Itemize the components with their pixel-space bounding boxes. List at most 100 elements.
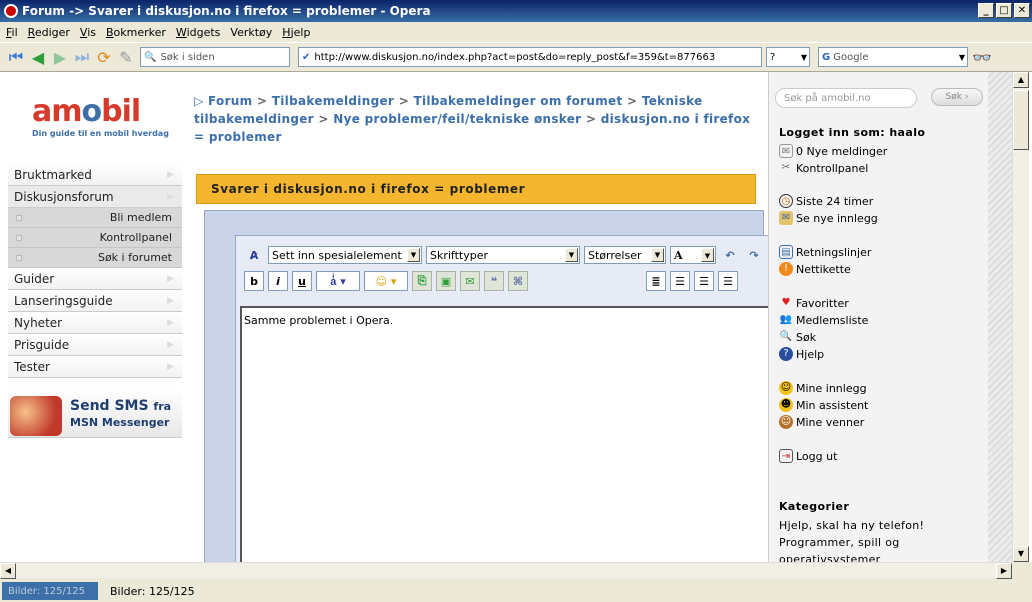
breadcrumb-forum[interactable]: Forum (208, 94, 252, 108)
search-engine-input[interactable]: G Google ▼ (818, 47, 968, 67)
category-link[interactable]: Hjelp, skal ha ny telefon! (779, 517, 924, 534)
link-my-friends[interactable]: ☺ Mine venner (779, 415, 864, 429)
address-bar[interactable]: ✔ http://www.diskusjon.no/index.php?act=… (298, 47, 762, 67)
image-progress: Bilder: 125/125 (2, 582, 98, 600)
fast-forward-icon[interactable]: ⏭ (72, 47, 92, 66)
maximize-button[interactable]: □ (996, 3, 1012, 18)
close-button[interactable]: ✕ (1014, 3, 1030, 18)
category-link[interactable]: Programmer, spill og (779, 534, 924, 551)
link-my-posts[interactable]: ☺ Mine innlegg (779, 381, 867, 395)
quote-icon[interactable]: ❝ (484, 271, 504, 291)
font-select[interactable]: Skrifttyper ▼ (426, 246, 580, 264)
edit-icon[interactable]: ✎ (116, 48, 136, 67)
align-center-icon[interactable]: ☰ (694, 271, 714, 291)
link-control-panel[interactable]: ✂ Kontrollpanel (779, 161, 869, 175)
help-dropdown[interactable]: ? ▼ (766, 47, 810, 67)
forward-icon[interactable]: ▶ (50, 48, 70, 67)
menu-item-guider[interactable]: Guider ▶ (8, 268, 182, 290)
scroll-thumb[interactable] (1013, 90, 1029, 150)
special-element-select[interactable]: Sett inn spesialelement ▼ (268, 246, 422, 264)
align-left-icon[interactable]: ☰ (670, 271, 690, 291)
menu-bokmerker[interactable]: Bokmerker (106, 26, 166, 39)
status-text: Bilder: 125/125 (110, 584, 195, 598)
amobil-logo[interactable]: amobil Din guide til en mobil hverdag (32, 94, 182, 144)
undo-icon[interactable]: ↶ (720, 245, 740, 265)
smiley-icon: ☺ (779, 381, 793, 395)
search-icon: 🔍 (144, 51, 157, 63)
menu-item-prisguide[interactable]: Prisguide ▶ (8, 334, 182, 356)
rewind-icon[interactable]: ⏮ (6, 47, 26, 66)
menu-item-bruktmarked[interactable]: Bruktmarked ▶ (8, 164, 182, 186)
menu-item-nyheter[interactable]: Nyheter ▶ (8, 312, 182, 334)
insert-image-icon[interactable]: ▣ (436, 271, 456, 291)
status-bar: Bilder: 125/125 Bilder: 125/125 (0, 580, 1032, 602)
text-color-icon[interactable]: aͥ ▾ (316, 271, 360, 291)
menu-vis[interactable]: Vis (80, 26, 96, 39)
page-search-input[interactable]: 🔍 Søk i siden (140, 47, 290, 67)
link-memberlist[interactable]: 👥 Medlemsliste (779, 313, 869, 327)
menu-fil[interactable]: Fil (6, 26, 18, 39)
bold-icon[interactable]: b (244, 271, 264, 291)
insert-email-icon[interactable]: ✉ (460, 271, 480, 291)
menu-verktoy[interactable]: Verktøy (230, 26, 272, 39)
link-new-messages[interactable]: ✉ 0 Nye meldinger (779, 144, 887, 158)
link-search[interactable]: 🔍 Søk (779, 330, 816, 344)
scroll-left-icon[interactable]: ◀ (0, 563, 16, 579)
address-check-icon: ✔ (302, 51, 311, 63)
italic-icon[interactable]: i (268, 271, 288, 291)
arrow-icon: ▶ (167, 273, 174, 284)
site-search-button[interactable]: Søk › (931, 88, 983, 106)
sms-banner[interactable]: Send SMS fra MSN Messenger (8, 388, 182, 438)
underline-icon[interactable]: u (292, 271, 312, 291)
scroll-up-icon[interactable]: ▲ (1013, 72, 1029, 88)
message-textarea[interactable]: Samme problemet i Opera. (240, 306, 780, 562)
menu-rediger[interactable]: Rediger (28, 26, 70, 39)
warning-icon: ! (779, 262, 793, 276)
window-titlebar: Forum -> Svarer i diskusjon.no i firefox… (0, 0, 1032, 22)
reply-panel: Svarer i diskusjon.no i firefox = proble… (196, 174, 780, 562)
insert-link-icon[interactable]: ⎘ (412, 271, 432, 291)
right-sidebar: Søk på amobil.no Søk › Logget inn som: h… (768, 72, 1012, 562)
link-new-posts[interactable]: ✉ Se nye innlegg (779, 211, 878, 225)
menu-item-tester[interactable]: Tester ▶ (8, 356, 182, 378)
vertical-scrollbar[interactable]: ▲ ▼ (1012, 72, 1029, 562)
link-help[interactable]: ? Hjelp (779, 347, 824, 361)
size-select[interactable]: Størrelser ▼ (584, 246, 666, 264)
menu-item-lanseringsguide[interactable]: Lanseringsguide ▶ (8, 290, 182, 312)
menu-widgets[interactable]: Widgets (176, 26, 220, 39)
format-icon[interactable]: A̷ (244, 245, 264, 265)
breadcrumb-tilbakemeldinger[interactable]: Tilbakemeldinger (272, 94, 394, 108)
align-right-icon[interactable]: ☰ (718, 271, 738, 291)
link-netiquette[interactable]: ! Nettikette (779, 262, 851, 276)
list-icon[interactable]: ≣ (646, 271, 666, 291)
breadcrumb-nye-problemer[interactable]: Nye problemer/feil/tekniske ønsker (333, 112, 581, 126)
submenu-sok-i-forumet[interactable]: Søk i forumet (8, 248, 182, 268)
site-search-input[interactable]: Søk på amobil.no (775, 88, 917, 108)
link-favorites[interactable]: ♥ Favoritter (779, 296, 849, 310)
horizontal-scrollbar[interactable]: ◀ ▶ (0, 562, 1012, 579)
back-icon[interactable]: ◀ (28, 48, 48, 67)
font-color-select[interactable]: A ▼ (670, 246, 716, 264)
chevron-down-icon: ▼ (800, 52, 807, 62)
scroll-right-icon[interactable]: ▶ (996, 563, 1012, 579)
menu-hjelp[interactable]: Hjelp (282, 26, 310, 39)
envelope-icon: ✉ (779, 144, 793, 158)
submenu-kontrollpanel[interactable]: Kontrollpanel (8, 228, 182, 248)
link-logout[interactable]: ⇥ Logg ut (779, 449, 837, 463)
reload-icon[interactable]: ⟳ (94, 48, 114, 67)
category-link[interactable]: operativsystemer (779, 551, 924, 562)
page-content: amobil Din guide til en mobil hverdag Br… (0, 72, 1032, 562)
code-icon[interactable]: ⌘ (508, 271, 528, 291)
breadcrumb-tilbakemeldinger-om-forumet[interactable]: Tilbakemeldinger om forumet (413, 94, 622, 108)
smiley-icon[interactable]: ☺ ▾ (364, 271, 408, 291)
scroll-down-icon[interactable]: ▼ (1013, 546, 1029, 562)
minimize-button[interactable]: _ (978, 3, 994, 18)
redo-icon[interactable]: ↷ (744, 245, 764, 265)
decorative-hatch (988, 72, 1012, 562)
link-last-24h[interactable]: ◷ Siste 24 timer (779, 194, 873, 208)
submenu-bli-medlem[interactable]: Bli medlem (8, 208, 182, 228)
link-guidelines[interactable]: ▤ Retningslinjer (779, 245, 871, 259)
menu-item-diskusjonsforum[interactable]: Diskusjonsforum ▶ (8, 186, 182, 208)
link-my-assistant[interactable]: ☻ Min assistent (779, 398, 868, 412)
binoculars-icon[interactable]: 👓 (972, 48, 992, 67)
